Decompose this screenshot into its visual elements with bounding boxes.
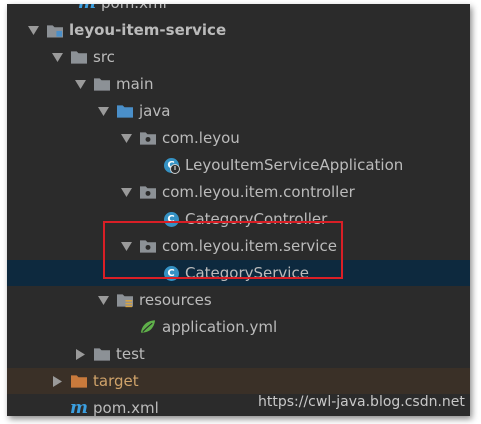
tree-item-label: com.leyou [162, 129, 240, 147]
class-icon: C [163, 265, 179, 281]
tree-item-label: resources [139, 291, 212, 309]
expand-arrow-icon[interactable] [51, 51, 63, 63]
tree-row-package-service[interactable]: com.leyou.item.service [7, 233, 470, 259]
expand-arrow-icon[interactable] [97, 294, 109, 306]
tree-row-top-pom[interactable]: m pom.xml [7, 4, 470, 16]
collapse-arrow-icon[interactable] [51, 375, 63, 387]
tree-item-label: com.leyou.item.service [162, 237, 337, 255]
expand-arrow-icon[interactable] [74, 78, 86, 90]
tree-item-label: java [139, 102, 171, 120]
excluded-folder-icon [71, 373, 87, 389]
tree-item-label: src [93, 48, 115, 66]
tree-item-label: pom.xml [93, 399, 159, 416]
spring-boot-app-icon: C [163, 157, 180, 174]
tree-item-label: test [116, 345, 145, 363]
folder-icon [94, 346, 110, 362]
folder-icon [71, 49, 87, 65]
expand-arrow-icon[interactable] [120, 132, 132, 144]
maven-icon: m [70, 398, 88, 416]
expand-arrow-icon[interactable] [97, 105, 109, 117]
tree-row-target[interactable]: target [7, 368, 470, 394]
project-tree-panel: m pom.xml leyou-item-service src main [7, 4, 470, 416]
tree-item-label: com.leyou.item.controller [162, 183, 355, 201]
package-icon [140, 130, 156, 146]
tree-item-label: application.yml [162, 318, 278, 336]
expand-arrow-icon[interactable] [27, 24, 39, 36]
watermark-text: https://cwl-java.blog.csdn.net [258, 394, 465, 410]
tree-row-module[interactable]: leyou-item-service [7, 17, 470, 43]
tree-row-resources[interactable]: resources [7, 287, 470, 313]
tree-item-label: pom.xml [101, 4, 167, 12]
package-icon [140, 238, 156, 254]
folder-icon [94, 76, 110, 92]
resources-folder-icon [117, 292, 133, 308]
tree-row-src[interactable]: src [7, 44, 470, 70]
tree-row-java[interactable]: java [7, 98, 470, 124]
tree-item-label: target [93, 372, 139, 390]
collapse-arrow-icon[interactable] [74, 348, 86, 360]
tree-row-service-class[interactable]: C CategoryService [7, 260, 470, 286]
package-icon [140, 184, 156, 200]
tree-item-label: CategoryController [185, 210, 328, 228]
spring-leaf-icon [140, 319, 156, 335]
tree-row-test[interactable]: test [7, 341, 470, 367]
tree-item-label: leyou-item-service [69, 21, 227, 39]
module-folder-icon [47, 22, 63, 38]
tree-item-label: LeyouItemServiceApplication [185, 156, 404, 174]
source-folder-icon [117, 103, 133, 119]
expand-arrow-icon[interactable] [120, 186, 132, 198]
tree-row-application-yml[interactable]: application.yml [7, 314, 470, 340]
tree-row-package-root[interactable]: com.leyou [7, 125, 470, 151]
maven-icon: m [78, 4, 96, 13]
tree-row-main[interactable]: main [7, 71, 470, 97]
tree-row-app-class[interactable]: C LeyouItemServiceApplication [7, 152, 470, 178]
tree-item-label: CategoryService [185, 264, 309, 282]
tree-row-package-controller[interactable]: com.leyou.item.controller [7, 179, 470, 205]
tree-row-controller-class[interactable]: C CategoryController [7, 206, 470, 232]
tree-item-label: main [116, 75, 154, 93]
expand-arrow-icon[interactable] [120, 240, 132, 252]
class-icon: C [163, 211, 179, 227]
